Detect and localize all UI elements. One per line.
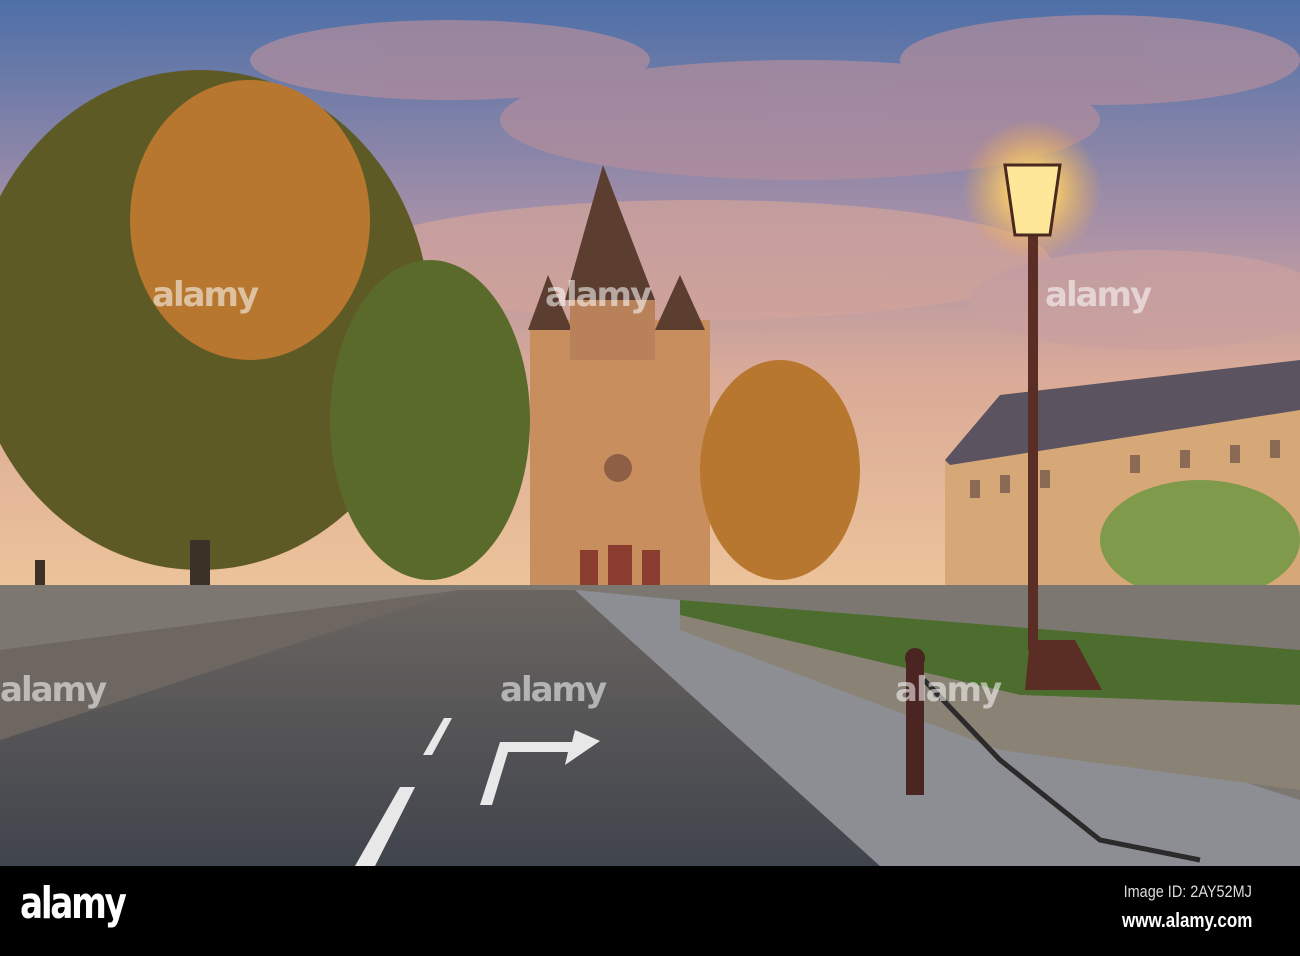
watermark-text: alamy [1045, 275, 1152, 315]
watermark-text: alamy [545, 275, 652, 315]
footer-bar: alamy Image ID: 2AY52MJ www.alamy.com [0, 866, 1300, 956]
site-url[interactable]: www.alamy.com [1122, 910, 1252, 933]
watermark-text: alamy [500, 670, 607, 710]
street-photo [0, 0, 1300, 866]
watermark-text: alamy [152, 275, 259, 315]
alamy-logo: alamy [20, 878, 127, 929]
watermark-text: alamy [0, 670, 107, 710]
image-id: Image ID: 2AY52MJ [1123, 882, 1252, 901]
watermark-text: alamy [895, 670, 1002, 710]
